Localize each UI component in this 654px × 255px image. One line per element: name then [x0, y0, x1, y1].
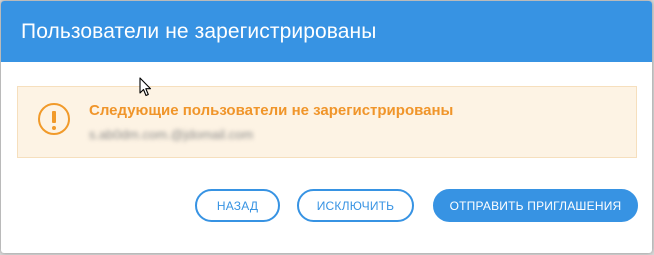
dialog-header: Пользователи не зарегистрированы: [1, 1, 652, 62]
mouse-cursor-icon: [139, 77, 152, 97]
warning-alert: Следующие пользователи не зарегистрирова…: [17, 86, 637, 158]
back-button[interactable]: НАЗАД: [195, 189, 280, 222]
exclamation-circle-icon: [38, 103, 70, 135]
unregistered-users-dialog: Пользователи не зарегистрированы Следующ…: [1, 1, 652, 253]
send-invitations-button[interactable]: ОТПРАВИТЬ ПРИГЛАШЕНИЯ: [433, 189, 638, 222]
dialog-actions: НАЗАД ИСКЛЮЧИТЬ ОТПРАВИТЬ ПРИГЛАШЕНИЯ: [1, 189, 652, 223]
unregistered-user-email: s.ab0dm.com.@jdomail.com: [89, 127, 254, 142]
exclude-button[interactable]: ИСКЛЮЧИТЬ: [297, 189, 414, 222]
alert-title: Следующие пользователи не зарегистрирова…: [89, 102, 454, 119]
dialog-title: Пользователи не зарегистрированы: [21, 19, 377, 43]
